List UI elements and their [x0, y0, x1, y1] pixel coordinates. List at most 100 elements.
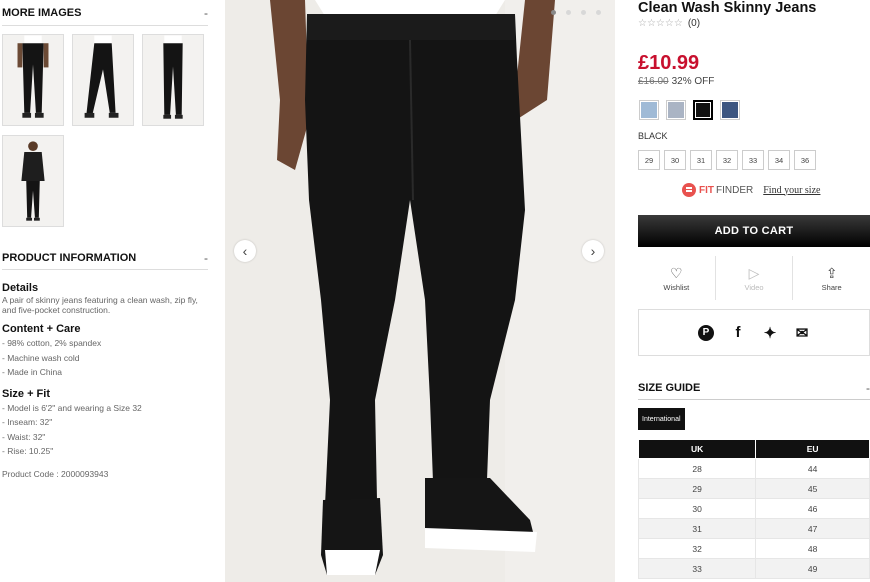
size-item: - Waist: 32" — [2, 431, 46, 442]
product-title: Clean Wash Skinny Jeans — [638, 0, 817, 16]
share-icon: ⇪ — [825, 264, 838, 281]
table-row: 31 47 — [637, 518, 870, 539]
size-option[interactable]: 32 — [716, 150, 738, 170]
collapse-icon[interactable]: - — [204, 6, 208, 20]
content-item: - Made in China — [2, 367, 63, 377]
thumbnail-full-look[interactable] — [2, 135, 64, 227]
fit-finder-icon — [682, 183, 696, 197]
play-icon: ▷ — [748, 264, 760, 281]
swatch-black[interactable] — [693, 100, 713, 120]
table-row: 30 46 — [637, 498, 870, 519]
content-item: - Machine wash cold — [2, 352, 80, 363]
swatch-light-blue[interactable] — [639, 100, 659, 120]
fit-finder-bold: FIT — [699, 184, 714, 196]
size-option[interactable]: 34 — [768, 150, 790, 170]
uk-size: 32 — [637, 538, 757, 559]
eu-size: 46 — [755, 498, 870, 519]
more-images-title: MORE IMAGES — [2, 7, 82, 19]
column-header-uk: UK — [637, 439, 757, 459]
size-option[interactable]: 36 — [794, 150, 816, 170]
size-guide-title: SIZE GUIDE — [638, 382, 701, 394]
carousel-dot[interactable] — [551, 10, 556, 15]
collapse-icon[interactable]: - — [866, 381, 870, 395]
prev-image-button[interactable]: ‹ — [234, 240, 256, 262]
size-option[interactable]: 33 — [742, 150, 764, 170]
table-row: 29 45 — [637, 478, 870, 499]
fit-finder[interactable]: FIT FINDER Find your size — [682, 183, 820, 197]
product-code: Product Code : 2000093943 — [2, 468, 109, 479]
original-price: £16.00 — [638, 76, 669, 87]
email-icon[interactable]: ✉ — [794, 324, 810, 342]
eu-size: 45 — [755, 478, 870, 499]
product-info-title: PRODUCT INFORMATION — [2, 252, 137, 264]
size-fit-heading: Size + Fit — [2, 387, 50, 400]
share-label: Share — [821, 282, 842, 292]
size-item: - Rise: 10.25" — [2, 446, 54, 456]
product-details: Details A pair of skinny jeans featuring… — [0, 282, 210, 481]
collapse-icon[interactable]: - — [204, 251, 208, 265]
column-header-eu: EU — [755, 439, 870, 459]
uk-size: 29 — [637, 478, 757, 499]
size-guide-tab-international[interactable]: International — [638, 408, 685, 430]
table-row: 32 48 — [637, 538, 870, 559]
size-option[interactable]: 31 — [690, 150, 712, 170]
facebook-icon[interactable]: f — [730, 324, 746, 341]
uk-size: 31 — [637, 518, 757, 539]
size-item: - Inseam: 32" — [2, 417, 53, 427]
review-count[interactable]: (0) — [688, 18, 700, 29]
fit-finder-label: FINDER — [716, 184, 754, 196]
star-rating-icon: ☆☆☆☆☆ — [638, 18, 683, 29]
size-selector: 29 30 31 32 33 34 36 — [638, 150, 816, 170]
table-row: 33 49 — [637, 558, 870, 579]
find-your-size-link[interactable]: Find your size — [763, 185, 820, 196]
action-bar: ♡ Wishlist ▷ Video ⇪ Share — [638, 256, 870, 300]
size-guide-table: UK EU 28 44 29 45 30 46 31 47 32 48 33 49 — [637, 439, 870, 579]
selected-color-name: BLACK — [638, 131, 668, 141]
eu-size: 47 — [755, 518, 870, 539]
details-heading: Details — [2, 282, 39, 294]
discount-label: 32% OFF — [671, 76, 715, 87]
table-row: 28 44 — [637, 458, 870, 479]
uk-size: 33 — [637, 558, 757, 579]
add-to-cart-button[interactable]: ADD TO CART — [638, 215, 870, 247]
main-product-image[interactable]: ‹ › — [225, 0, 615, 582]
rating[interactable]: ☆☆☆☆☆ (0) — [638, 18, 870, 29]
swatch-navy[interactable] — [720, 100, 740, 120]
product-panel: Clean Wash Skinny Jeans ☆☆☆☆☆ (0) £10.99… — [637, 0, 870, 582]
heart-icon: ♡ — [670, 264, 683, 281]
twitter-icon[interactable]: ✦ — [762, 324, 778, 342]
next-image-button[interactable]: › — [582, 240, 604, 262]
carousel-dot[interactable] — [566, 10, 571, 15]
video-button[interactable]: ▷ Video — [714, 256, 793, 300]
size-option[interactable]: 30 — [664, 150, 686, 170]
divider — [638, 399, 870, 400]
carousel-dot[interactable] — [581, 10, 586, 15]
carousel-dot[interactable] — [596, 10, 601, 15]
eu-size: 48 — [755, 538, 870, 559]
social-share-bar: P f ✦ ✉ — [638, 309, 870, 356]
content-heading: Content + Care — [2, 323, 81, 335]
thumbnail-side[interactable] — [72, 34, 134, 126]
thumbnail-front[interactable] — [2, 34, 64, 126]
divider — [2, 25, 208, 26]
pinterest-icon[interactable]: P — [698, 324, 714, 341]
size-guide-header[interactable]: SIZE GUIDE - — [638, 381, 870, 395]
carousel-indicators — [551, 10, 601, 15]
content-item: - 98% cotton, 2% spandex — [2, 338, 102, 348]
product-info-header[interactable]: PRODUCT INFORMATION - — [0, 251, 212, 265]
sale-price: £10.99 — [638, 52, 700, 74]
thumbnail-back[interactable] — [142, 34, 204, 126]
share-button[interactable]: ⇪ Share — [792, 256, 870, 300]
left-column: MORE IMAGES - PRODUCT INFORMATION - Deta… — [0, 0, 212, 582]
uk-size: 28 — [637, 458, 757, 479]
more-images-header[interactable]: MORE IMAGES - — [0, 6, 212, 20]
eu-size: 44 — [755, 458, 870, 479]
wishlist-button[interactable]: ♡ Wishlist — [638, 256, 715, 300]
uk-size: 30 — [637, 498, 757, 519]
eu-size: 49 — [755, 558, 870, 579]
details-text: A pair of skinny jeans featuring a clean… — [2, 295, 198, 315]
size-option[interactable]: 29 — [638, 150, 660, 170]
wishlist-label: Wishlist — [663, 282, 690, 292]
video-label: Video — [744, 282, 764, 292]
swatch-grey-blue[interactable] — [666, 100, 686, 120]
